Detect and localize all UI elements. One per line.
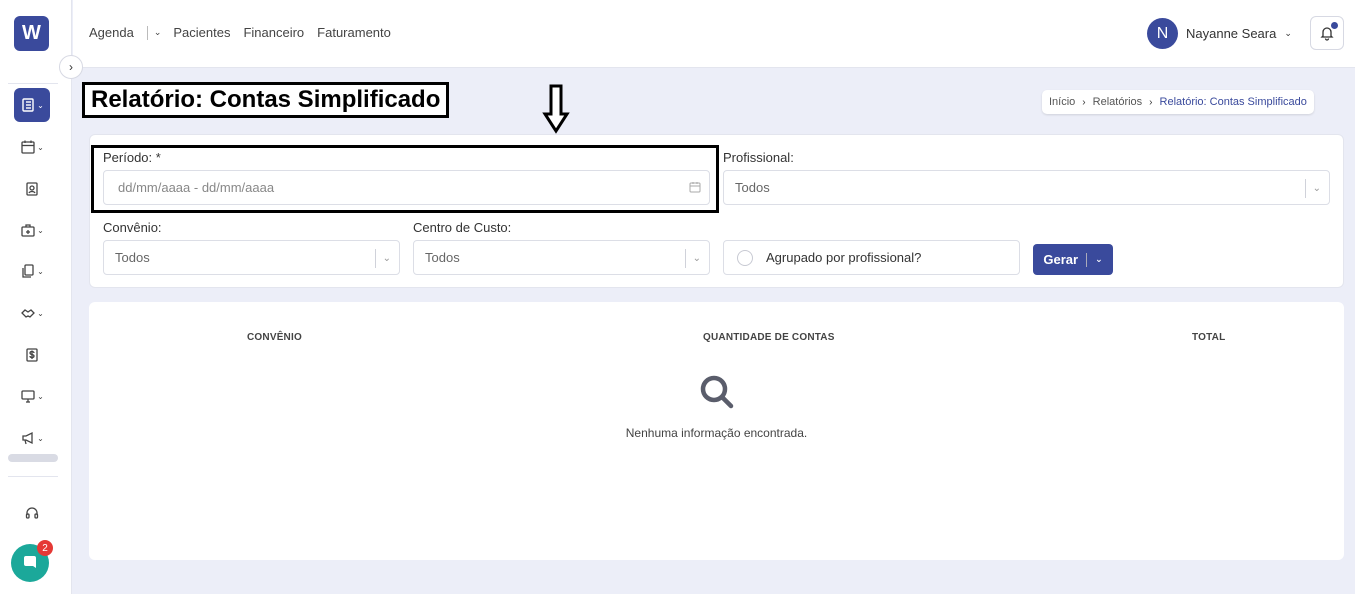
- column-header-quantidade[interactable]: QUANTIDADE DE CONTAS: [703, 332, 835, 343]
- sidebar-item-financial[interactable]: [14, 338, 50, 372]
- select-indicator: ⌄: [684, 248, 709, 269]
- chevron-down-icon: ⌄: [692, 253, 701, 264]
- gerar-button[interactable]: Gerar ⌄: [1033, 244, 1113, 275]
- select-indicator: ⌄: [374, 248, 399, 269]
- hospital-icon: [21, 224, 35, 237]
- dollar-icon: [26, 348, 38, 362]
- sidebar-item-reports[interactable]: ⌄: [14, 88, 50, 122]
- chevron-down-icon: ⌄: [37, 266, 44, 276]
- handshake-icon: [21, 309, 36, 318]
- patient-badge-icon: [26, 182, 38, 196]
- notebook-icon: [22, 98, 34, 112]
- agrupado-checkbox-field[interactable]: Agrupado por profissional?: [723, 240, 1020, 275]
- user-name: Nayanne Seara: [1186, 26, 1277, 41]
- top-navbar: Agenda ⌄ Pacientes Financeiro Faturament…: [73, 0, 1355, 68]
- notification-dot: [1331, 22, 1338, 29]
- periodo-field[interactable]: [103, 170, 710, 205]
- sidebar-item-calendar[interactable]: ⌄: [14, 130, 50, 164]
- sidebar-divider: [8, 83, 58, 84]
- logo-text: W: [22, 22, 41, 44]
- gerar-label: Gerar: [1043, 252, 1079, 267]
- select-divider: [374, 249, 376, 268]
- chevron-down-icon: ⌄: [37, 100, 44, 110]
- column-header-total[interactable]: TOTAL: [1192, 332, 1225, 343]
- down-arrow-annotation-icon: [542, 84, 570, 134]
- select-divider: [684, 249, 686, 268]
- chevron-down-icon: ⌄: [37, 433, 44, 443]
- periodo-input[interactable]: [115, 180, 709, 195]
- chevron-right-icon: ›: [69, 60, 73, 74]
- chevron-down-icon: ⌄: [382, 253, 391, 264]
- convenio-label: Convênio:: [103, 220, 162, 235]
- sidebar-item-documents[interactable]: ⌄: [14, 254, 50, 288]
- button-divider: [1086, 252, 1088, 267]
- empty-state-message: Nenhuma informação encontrada.: [625, 426, 808, 440]
- sidebar-item-support[interactable]: [14, 496, 50, 530]
- profissional-select[interactable]: Todos ⌄: [723, 170, 1330, 205]
- nav-agenda[interactable]: Agenda: [89, 25, 134, 40]
- documents-icon: [22, 264, 34, 278]
- sidebar-item-patients[interactable]: [14, 172, 50, 206]
- nav-divider: [146, 25, 148, 40]
- periodo-label: Período: *: [103, 150, 161, 165]
- app-logo[interactable]: W: [14, 16, 49, 51]
- user-menu[interactable]: N Nayanne Seara ⌄: [1147, 18, 1292, 49]
- sidebar-divider: [8, 476, 58, 477]
- chevron-down-icon: ⌄: [37, 308, 44, 318]
- page-title-box: Relatório: Contas Simplificado: [82, 82, 450, 118]
- sidebar: W ⌄ ⌄ ⌄ ⌄ ⌄ ⌄ ⌄: [0, 0, 72, 594]
- chevron-right-icon: ›: [1149, 96, 1153, 108]
- chevron-down-icon: ⌄: [1312, 183, 1321, 194]
- monitor-icon: [21, 390, 35, 403]
- breadcrumb-reports[interactable]: Relatórios: [1093, 96, 1143, 108]
- chat-bubble-icon: [24, 556, 36, 568]
- select-divider: [1304, 179, 1306, 198]
- convenio-select[interactable]: Todos ⌄: [103, 240, 400, 275]
- column-header-convenio[interactable]: CONVÊNIO: [247, 332, 302, 343]
- search-icon: [700, 375, 734, 409]
- chevron-right-icon: ›: [1082, 96, 1086, 108]
- centro-custo-value: Todos: [425, 250, 460, 265]
- avatar: N: [1147, 18, 1178, 49]
- agrupado-checkbox[interactable]: [737, 249, 753, 266]
- calendar-icon: [21, 140, 35, 154]
- notifications-button[interactable]: [1310, 16, 1344, 50]
- nav-faturamento[interactable]: Faturamento: [317, 25, 391, 40]
- sidebar-scrollbar[interactable]: [8, 454, 58, 462]
- sidebar-item-agreements[interactable]: ⌄: [14, 296, 50, 330]
- profissional-value: Todos: [735, 180, 770, 195]
- page-title: Relatório: Contas Simplificado: [91, 86, 441, 113]
- select-indicator: ⌄: [1304, 178, 1329, 199]
- sidebar-toggle-button[interactable]: ›: [59, 55, 83, 79]
- sidebar-item-monitor[interactable]: ⌄: [14, 379, 50, 413]
- megaphone-icon: [22, 431, 33, 445]
- breadcrumb-current: Relatório: Contas Simplificado: [1159, 96, 1307, 108]
- breadcrumb-home[interactable]: Início: [1049, 96, 1075, 108]
- convenio-value: Todos: [115, 250, 150, 265]
- chevron-down-icon: ⌄: [1284, 28, 1292, 38]
- centro-custo-label: Centro de Custo:: [413, 220, 512, 235]
- breadcrumb: Início › Relatórios › Relatório: Contas …: [1042, 90, 1314, 114]
- chevron-down-icon[interactable]: ⌄: [154, 27, 162, 38]
- nav-financeiro[interactable]: Financeiro: [243, 25, 304, 40]
- headset-icon: [25, 507, 39, 519]
- chevron-down-icon: ⌄: [37, 225, 44, 235]
- calendar-icon: [689, 182, 701, 193]
- results-card: CONVÊNIO QUANTIDADE DE CONTAS TOTAL Nenh…: [89, 302, 1344, 560]
- nav-pacientes[interactable]: Pacientes: [173, 25, 230, 40]
- agrupado-label: Agrupado por profissional?: [766, 250, 922, 265]
- sidebar-item-marketing[interactable]: ⌄: [14, 421, 50, 455]
- centro-custo-select[interactable]: Todos ⌄: [413, 240, 710, 275]
- chat-badge: 2: [37, 540, 53, 556]
- chevron-down-icon: ⌄: [37, 391, 44, 401]
- chevron-down-icon[interactable]: ⌄: [1095, 254, 1103, 265]
- profissional-label: Profissional:: [723, 150, 794, 165]
- sidebar-item-hospital[interactable]: ⌄: [14, 213, 50, 247]
- main-nav: Agenda ⌄ Pacientes Financeiro Faturament…: [89, 25, 404, 40]
- chevron-down-icon: ⌄: [37, 142, 44, 152]
